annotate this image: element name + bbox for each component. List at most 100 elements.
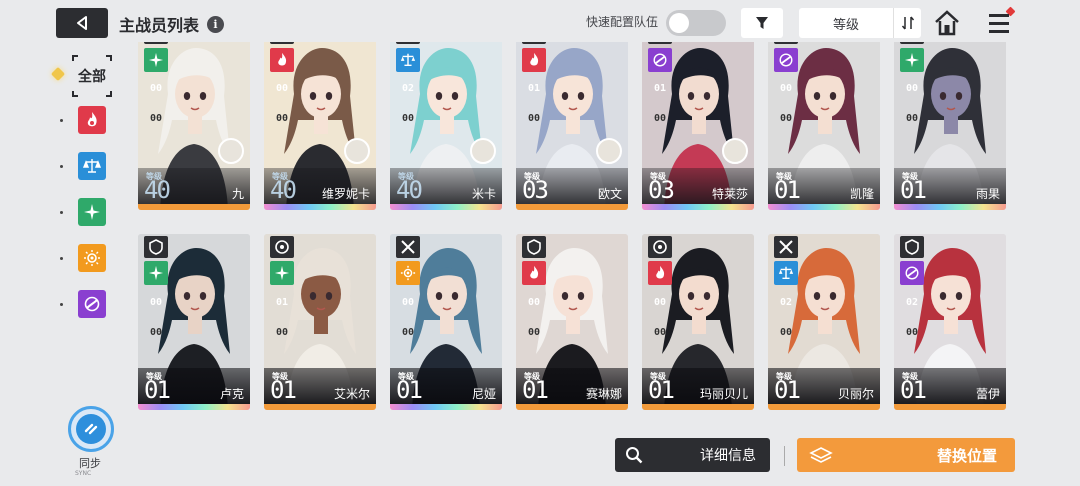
skill-count-badge: 00 (144, 106, 168, 130)
filter-wind[interactable] (78, 198, 106, 226)
rarity-bar (894, 204, 1006, 210)
character-card[interactable]: 02 00 等级 40 米卡 (390, 42, 502, 210)
filter-balance[interactable] (78, 152, 106, 180)
level-value: 01 (144, 376, 171, 404)
pet-avatar (218, 138, 244, 164)
skill-count: 00 (149, 326, 163, 338)
character-card[interactable]: 01 00 等级 03 欧文 (516, 42, 628, 210)
pet-avatar (596, 138, 622, 164)
card-info-bar: 等级 01 贝丽尔 (768, 368, 880, 404)
character-card[interactable]: 00 00 等级 01 赛琳娜 (516, 234, 628, 410)
rarity-bar (264, 404, 376, 410)
fire-element-icon (522, 261, 546, 285)
skill-count: 00 (779, 112, 793, 124)
character-card[interactable]: 00 00 等级 40 维罗妮卡 (264, 42, 376, 210)
rarity-bar (768, 204, 880, 210)
sync-label: 同步 (79, 457, 101, 470)
skill-count: 00 (401, 326, 415, 338)
level-value: 03 (648, 176, 675, 204)
class-icon (396, 236, 420, 258)
menu-icon-bar (989, 14, 1009, 17)
awakening-count: 01 (275, 296, 289, 308)
level-value: 40 (270, 176, 297, 204)
void-element-icon (648, 48, 672, 72)
character-card[interactable]: 01 00 等级 01 艾米尔 (264, 234, 376, 410)
character-card[interactable]: 00 00 等级 01 雨果 (894, 42, 1006, 210)
character-name: 维罗妮卡 (321, 187, 370, 201)
filter-fire[interactable] (78, 106, 106, 134)
character-name: 九 (231, 187, 244, 201)
skill-count: 00 (905, 112, 919, 124)
pet-avatar (344, 138, 370, 164)
card-info-bar: 等级 40 米卡 (390, 168, 502, 204)
rarity-bar (138, 404, 250, 410)
home-button[interactable] (933, 9, 961, 37)
character-card[interactable]: 02 00 等级 01 贝丽尔 (768, 234, 880, 410)
character-card[interactable]: 00 00 等级 01 尼娅 (390, 234, 502, 410)
skill-count-badge: 00 (270, 320, 294, 344)
quick-config-toggle[interactable] (666, 10, 726, 36)
sort-order-button[interactable] (893, 8, 921, 38)
rarity-bar (390, 204, 502, 210)
character-card[interactable]: 00 00 等级 40 九 (138, 42, 250, 210)
character-card[interactable]: 00 00 等级 01 卢克 (138, 234, 250, 410)
character-name: 赛琳娜 (585, 387, 622, 401)
skill-count: 00 (275, 326, 289, 338)
menu-icon-bar (989, 30, 1009, 33)
home-icon (935, 10, 959, 36)
awakening-count: 00 (905, 82, 919, 94)
character-card[interactable]: 00 00 等级 01 玛丽贝儿 (642, 234, 754, 410)
fire-element-icon (87, 112, 97, 127)
awakening-count-badge: 00 (774, 76, 798, 100)
sync-button[interactable] (68, 406, 114, 452)
skill-count: 00 (149, 112, 163, 124)
level-value: 03 (522, 176, 549, 204)
character-card[interactable]: 01 00 等级 03 特莱莎 (642, 42, 754, 210)
awakening-count-badge: 01 (270, 290, 294, 314)
awakening-count: 02 (779, 296, 793, 308)
skill-count: 00 (275, 112, 289, 124)
character-card[interactable]: 02 00 等级 01 蕾伊 (894, 234, 1006, 410)
awakening-count: 00 (149, 296, 163, 308)
search-icon (626, 447, 643, 464)
divider (784, 446, 785, 466)
filter-button[interactable] (741, 8, 783, 38)
wind-element-icon (84, 204, 100, 220)
skill-count-badge: 00 (396, 106, 420, 130)
list-dot (60, 165, 63, 168)
filter-electric[interactable] (78, 244, 106, 272)
skill-count-badge: 00 (774, 106, 798, 130)
skill-count-badge: 00 (396, 320, 420, 344)
filter-void[interactable] (78, 290, 106, 318)
filter-all[interactable]: 全部 (72, 55, 112, 97)
class-icon (396, 42, 420, 44)
replace-position-button[interactable]: 替换位置 (797, 438, 1015, 472)
detail-info-button[interactable]: 详细信息 (615, 438, 770, 472)
sort-selector[interactable]: 等级 (799, 8, 921, 38)
rarity-bar (390, 404, 502, 410)
skill-count-badge: 00 (522, 106, 546, 130)
info-icon[interactable]: i (207, 15, 225, 33)
awakening-count-badge: 01 (648, 76, 672, 100)
void-element-icon (774, 48, 798, 72)
replace-position-label: 替换位置 (936, 446, 997, 465)
menu-icon-bar (989, 22, 1009, 25)
level-value: 40 (144, 176, 171, 204)
skill-count-badge: 00 (648, 320, 672, 344)
rarity-bar (894, 404, 1006, 410)
card-info-bar: 等级 01 蕾伊 (894, 368, 1006, 404)
card-info-bar: 等级 40 维罗妮卡 (264, 168, 376, 204)
class-icon (900, 236, 924, 258)
card-info-bar: 等级 01 雨果 (894, 168, 1006, 204)
awakening-count-badge: 00 (144, 76, 168, 100)
list-dot (60, 257, 63, 260)
card-info-bar: 等级 01 尼娅 (390, 368, 502, 404)
class-icon (144, 42, 168, 44)
skill-count: 00 (653, 326, 667, 338)
back-button[interactable] (56, 8, 108, 38)
character-card[interactable]: 00 00 等级 01 凯隆 (768, 42, 880, 210)
menu-button[interactable] (986, 6, 1016, 36)
balance-element-icon (774, 261, 798, 285)
skill-count-badge: 00 (774, 320, 798, 344)
character-grid: 00 00 等级 40 九 00 00 等级 40 维罗妮卡 02 00 等级 40 米卡 (138, 42, 1008, 428)
